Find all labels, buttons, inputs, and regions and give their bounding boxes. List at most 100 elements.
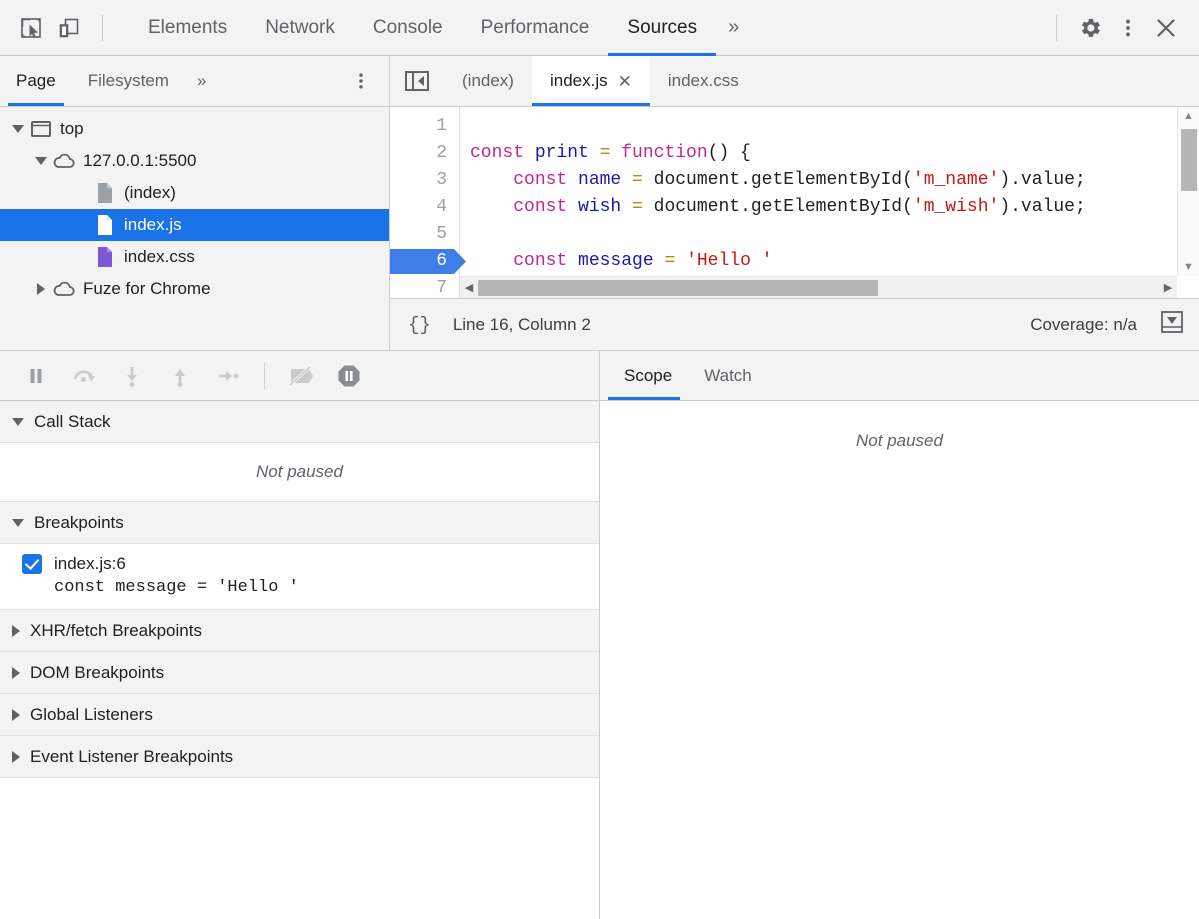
scroll-thumb-vertical[interactable] — [1181, 129, 1197, 191]
tree-item-index-js[interactable]: index.js — [0, 209, 389, 241]
step-over-icon[interactable] — [62, 356, 106, 396]
navigator-panel: Page Filesystem » — [0, 56, 390, 350]
scroll-down-icon[interactable]: ▼ — [1178, 258, 1199, 276]
chevron-right-icon[interactable] — [33, 281, 49, 297]
tab-scope-label: Scope — [624, 366, 672, 386]
code-token — [470, 251, 513, 271]
open-drawer-icon[interactable] — [1159, 309, 1185, 340]
nav-tab-page[interactable]: Page — [0, 56, 72, 106]
tab-watch[interactable]: Watch — [688, 351, 768, 400]
chevron-down-icon[interactable] — [33, 153, 49, 169]
file-tree: top 127.0.0.1:5500 (index) — [0, 107, 389, 350]
tree-item-index-js-label: index.js — [124, 215, 182, 235]
tree-item-fuze-for-chrome[interactable]: Fuze for Chrome — [0, 273, 389, 305]
code-token: const — [513, 197, 578, 217]
line-number[interactable]: 1 — [390, 113, 459, 140]
section-header-call-stack[interactable]: Call Stack — [0, 401, 599, 443]
code-token: print — [535, 143, 589, 163]
toolbar-divider — [102, 15, 103, 41]
close-icon[interactable] — [1147, 9, 1185, 47]
pause-icon[interactable] — [14, 356, 58, 396]
editor-tab-index-css-label: index.css — [668, 71, 739, 91]
nav-more-icon[interactable]: » — [185, 56, 218, 106]
tree-item-top[interactable]: top — [0, 113, 389, 145]
pretty-print-icon[interactable]: {} — [408, 314, 431, 336]
breakpoint-list-item[interactable]: index.js:6 const message = 'Hello ' — [0, 544, 599, 609]
scroll-up-icon[interactable]: ▲ — [1178, 107, 1199, 125]
code-line-3: const name = document.getElementById('m_… — [460, 167, 1199, 194]
tab-elements-label: Elements — [148, 17, 227, 39]
navigator-tabbar: Page Filesystem » — [0, 56, 389, 107]
tree-item-index-html[interactable]: (index) — [0, 177, 389, 209]
navigator-menu-icon[interactable] — [333, 56, 389, 106]
cursor-position: Line 16, Column 2 — [453, 315, 591, 335]
code-token: name — [578, 170, 621, 190]
file-css-icon — [94, 246, 116, 268]
chevron-down-icon[interactable] — [10, 121, 26, 137]
code-content[interactable]: const print = function() { const name = … — [460, 107, 1199, 298]
editor-tab-index-css[interactable]: index.css — [650, 56, 757, 106]
tab-network[interactable]: Network — [246, 0, 354, 56]
close-icon[interactable]: ✕ — [618, 73, 632, 90]
scroll-track-horizontal[interactable] — [478, 280, 1159, 296]
code-token: ).value; — [999, 197, 1085, 217]
tree-item-origin[interactable]: 127.0.0.1:5500 — [0, 145, 389, 177]
tree-item-index-css[interactable]: index.css — [0, 241, 389, 273]
section-header-global-listeners[interactable]: Global Listeners — [0, 694, 599, 736]
three-dots-vertical-icon[interactable] — [1109, 9, 1147, 47]
section-header-breakpoints[interactable]: Breakpoints — [0, 502, 599, 544]
debugger-sidebar: Call Stack Not paused Breakpoints index.… — [0, 351, 600, 919]
line-number[interactable]: 2 — [390, 140, 459, 167]
tab-console[interactable]: Console — [354, 0, 462, 56]
step-out-icon[interactable] — [158, 356, 202, 396]
file-document-icon — [94, 182, 116, 204]
code-line-2: const print = function() { — [460, 140, 1199, 167]
editor-vertical-scrollbar[interactable]: ▲ ▼ — [1177, 107, 1199, 276]
step-into-icon[interactable] — [110, 356, 154, 396]
gear-icon[interactable] — [1071, 9, 1109, 47]
section-header-event-listener-breakpoints[interactable]: Event Listener Breakpoints — [0, 736, 599, 778]
line-number[interactable]: 4 — [390, 194, 459, 221]
tab-scope[interactable]: Scope — [608, 351, 688, 400]
code-token: document.getElementById( — [654, 197, 913, 217]
code-token — [470, 197, 513, 217]
tree-item-index-html-label: (index) — [124, 183, 176, 203]
device-toolbar-icon[interactable] — [50, 9, 88, 47]
tree-item-origin-label: 127.0.0.1:5500 — [83, 151, 196, 171]
breakpoint-checkbox[interactable] — [22, 554, 42, 574]
scroll-thumb-horizontal[interactable] — [478, 280, 878, 296]
breakpoint-marker-icon[interactable] — [390, 249, 466, 274]
editor-status-bar: {} Line 16, Column 2 Coverage: n/a — [390, 298, 1199, 350]
tab-performance[interactable]: Performance — [462, 0, 609, 56]
line-number-breakpoint[interactable]: 6 — [390, 248, 459, 275]
scroll-right-icon[interactable]: ▶ — [1159, 281, 1177, 294]
deactivate-breakpoints-icon[interactable] — [279, 356, 323, 396]
code-line-5 — [460, 221, 1199, 248]
section-title-breakpoints: Breakpoints — [34, 513, 124, 533]
editor-tab-index-js[interactable]: index.js ✕ — [532, 56, 650, 106]
code-editor[interactable]: 1 2 3 4 5 6 7 8 9 — [390, 107, 1199, 298]
editor-horizontal-scrollbar[interactable]: ◀ ▶ — [460, 276, 1177, 298]
code-token: () { — [708, 143, 751, 163]
tab-elements[interactable]: Elements — [129, 0, 246, 56]
line-number-gutter[interactable]: 1 2 3 4 5 6 7 8 9 — [390, 107, 460, 298]
scroll-left-icon[interactable]: ◀ — [460, 281, 478, 294]
tab-sources[interactable]: Sources — [608, 0, 716, 56]
code-token: = — [621, 197, 653, 217]
show-navigator-icon[interactable] — [390, 56, 444, 106]
inspect-cursor-icon[interactable] — [12, 9, 50, 47]
nav-tab-filesystem[interactable]: Filesystem — [72, 56, 185, 106]
lower-split: Call Stack Not paused Breakpoints index.… — [0, 351, 1199, 919]
line-number[interactable]: 5 — [390, 221, 459, 248]
line-number[interactable]: 3 — [390, 167, 459, 194]
code-token: 'm_name' — [913, 170, 999, 190]
editor-tab-index-html[interactable]: (index) — [444, 56, 532, 106]
section-header-dom-breakpoints[interactable]: DOM Breakpoints — [0, 652, 599, 694]
more-panels-icon[interactable]: » — [716, 0, 751, 56]
step-icon[interactable] — [206, 356, 250, 396]
line-number[interactable]: 7 — [390, 275, 459, 298]
chevron-down-icon — [12, 418, 24, 426]
debugger-toolbar — [0, 351, 599, 401]
section-header-xhr-fetch-breakpoints[interactable]: XHR/fetch Breakpoints — [0, 610, 599, 652]
pause-on-exceptions-icon[interactable] — [327, 356, 371, 396]
